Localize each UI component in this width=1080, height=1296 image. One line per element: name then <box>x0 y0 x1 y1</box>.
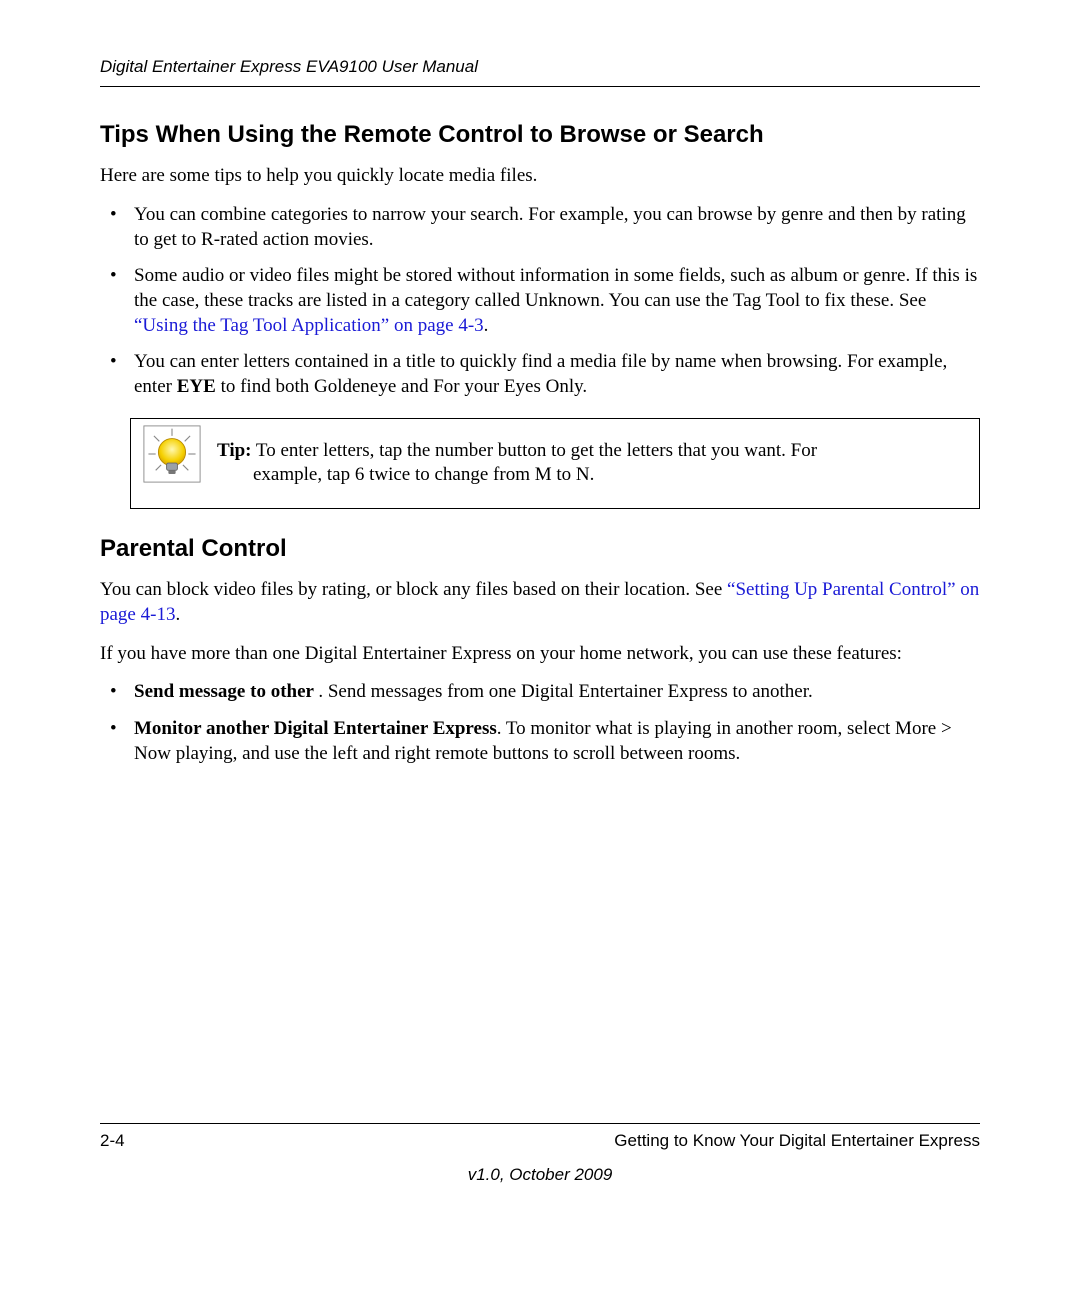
bold-text: Send message to other <box>134 681 318 702</box>
list-item-text: . Send messages from one Digital Enterta… <box>318 681 812 702</box>
bold-text: EYE <box>177 376 216 397</box>
page-footer: 2-4 Getting to Know Your Digital Enterta… <box>100 1123 980 1186</box>
running-header: Digital Entertainer Express EVA9100 User… <box>100 56 980 87</box>
cross-reference-link[interactable]: “Using the Tag Tool Application” on page… <box>134 315 484 336</box>
tips-list: You can combine categories to narrow you… <box>100 203 980 400</box>
list-item: Some audio or video files might be store… <box>100 264 980 338</box>
tip-icon-cell <box>131 419 213 508</box>
section-heading-tips: Tips When Using the Remote Control to Br… <box>100 119 980 150</box>
intro-paragraph: Here are some tips to help you quickly l… <box>100 164 980 189</box>
list-item: Monitor another Digital Entertainer Expr… <box>100 717 980 766</box>
footer-rule <box>100 1123 980 1124</box>
bold-text: Monitor another Digital Entertainer Expr… <box>134 718 497 739</box>
features-list: Send message to other . Send messages fr… <box>100 680 980 766</box>
tip-callout: Tip: To enter letters, tap the number bu… <box>130 418 980 509</box>
section-heading-parental: Parental Control <box>100 533 980 564</box>
list-item: You can combine categories to narrow you… <box>100 203 980 252</box>
list-item: Send message to other . Send messages fr… <box>100 680 980 705</box>
tip-line: To enter letters, tap the number button … <box>252 440 818 461</box>
tip-label: Tip: <box>217 440 252 461</box>
tip-line: example, tap 6 twice to change from M to… <box>217 463 965 488</box>
manual-page: Digital Entertainer Express EVA9100 User… <box>0 0 1080 1296</box>
page-number: 2-4 <box>100 1130 125 1152</box>
paragraph: You can block video files by rating, or … <box>100 578 980 627</box>
lightbulb-icon <box>143 425 201 483</box>
paragraph-text: . <box>175 604 180 625</box>
list-item-text: Some audio or video files might be store… <box>134 265 977 311</box>
tip-text: Tip: To enter letters, tap the number bu… <box>213 419 979 508</box>
paragraph: If you have more than one Digital Entert… <box>100 642 980 667</box>
chapter-title: Getting to Know Your Digital Entertainer… <box>614 1130 980 1152</box>
list-item: You can enter letters contained in a tit… <box>100 350 980 399</box>
list-item-text: . <box>484 315 489 336</box>
list-item-text: to find both Goldeneye and For your Eyes… <box>216 376 587 397</box>
list-item-text: You can combine categories to narrow you… <box>134 204 966 250</box>
version-line: v1.0, October 2009 <box>100 1164 980 1186</box>
paragraph-text: You can block video files by rating, or … <box>100 579 727 600</box>
